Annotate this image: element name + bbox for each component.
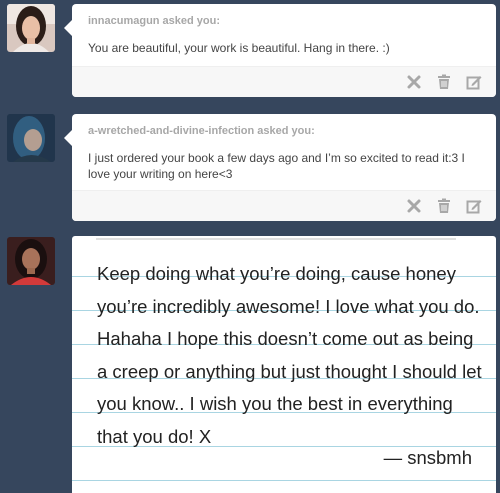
avatar-image <box>7 4 55 52</box>
edit-icon[interactable] <box>466 198 482 214</box>
avatar-snsbmh[interactable] <box>7 237 55 285</box>
avatar-image <box>7 114 55 162</box>
asker-name[interactable]: a-wretched-and-divine-infection asked yo… <box>88 125 315 137</box>
note-text: Keep doing what you’re doing, cause hone… <box>97 263 482 447</box>
card-footer <box>72 66 496 97</box>
ask-card-2: a-wretched-and-divine-infection asked yo… <box>64 114 496 221</box>
avatar-a-wretched-and-divine-infection[interactable] <box>7 114 55 162</box>
question-text: I just ordered your book a few days ago … <box>88 151 465 181</box>
paper-edge <box>96 238 456 240</box>
edit-icon[interactable] <box>466 74 482 90</box>
avatar-innacumagun[interactable] <box>7 4 55 52</box>
question-text: You are beautiful, your work is beautifu… <box>88 41 390 55</box>
card-actions <box>406 74 482 90</box>
card-actions <box>406 198 482 214</box>
trash-icon[interactable] <box>436 198 452 214</box>
close-icon[interactable] <box>406 198 422 214</box>
avatar-image <box>7 237 55 285</box>
card-footer <box>72 190 496 221</box>
note-image: Keep doing what you’re doing, cause hone… <box>72 236 496 493</box>
ask-card-1: innacumagun asked you: You are beautiful… <box>64 4 496 97</box>
asker-name[interactable]: innacumagun asked you: <box>88 15 220 27</box>
close-icon[interactable] <box>406 74 422 90</box>
trash-icon[interactable] <box>436 74 452 90</box>
note-signature: — snsbmh <box>383 447 472 468</box>
